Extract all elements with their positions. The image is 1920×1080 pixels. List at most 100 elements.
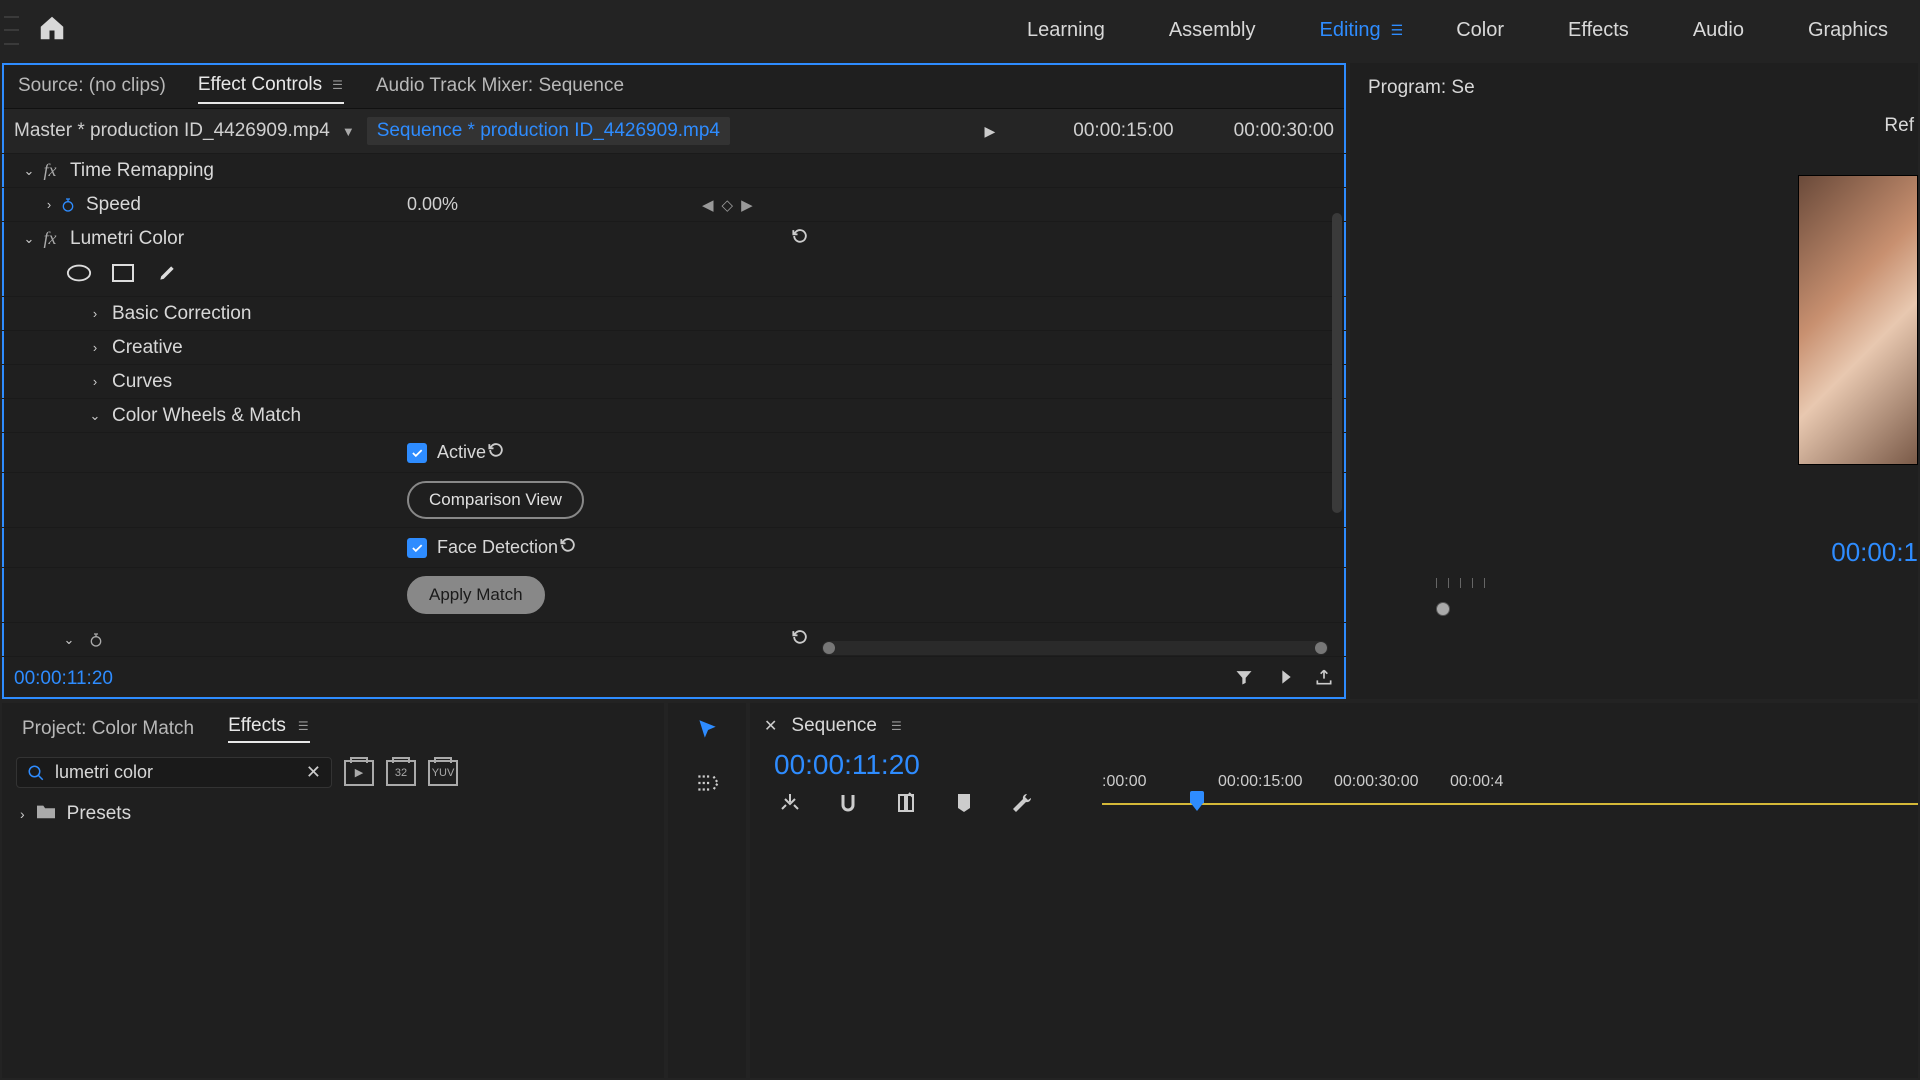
ellipse-mask-icon[interactable] bbox=[66, 263, 92, 288]
breadcrumb-master[interactable]: Master * production ID_4426909.mp4 bbox=[14, 120, 330, 142]
mini-timecode-1: 00:00:15:00 bbox=[1073, 120, 1173, 142]
twirl-right-icon[interactable]: › bbox=[86, 374, 104, 389]
close-icon[interactable]: ✕ bbox=[764, 716, 777, 736]
twirl-down-icon[interactable]: ⌄ bbox=[20, 163, 38, 179]
sequence-title[interactable]: Sequence bbox=[791, 715, 877, 737]
add-keyframe-icon[interactable]: ◇ bbox=[722, 196, 734, 214]
clear-search-icon[interactable]: ✕ bbox=[306, 762, 321, 783]
panel-drag-handle[interactable] bbox=[4, 11, 19, 51]
effect-time-remapping[interactable]: Time Remapping bbox=[70, 160, 214, 182]
program-ruler[interactable] bbox=[1436, 578, 1918, 596]
program-monitor-panel: Program: Se Ref 00:00:1 bbox=[1350, 63, 1918, 699]
twirl-right-icon[interactable]: › bbox=[20, 806, 25, 822]
add-marker-icon[interactable] bbox=[894, 791, 918, 820]
32bit-badge-icon[interactable]: 32 bbox=[386, 760, 416, 786]
vertical-scrollbar[interactable] bbox=[1332, 213, 1342, 513]
current-timecode[interactable]: 00:00:11:20 bbox=[14, 668, 113, 690]
folder-icon bbox=[35, 802, 57, 826]
checkbox-face-detection[interactable] bbox=[407, 538, 427, 558]
effect-lumetri-color[interactable]: Lumetri Color bbox=[70, 228, 184, 250]
reference-frame-thumbnail[interactable] bbox=[1798, 175, 1918, 465]
ruler-label: 00:00:4 bbox=[1450, 773, 1503, 791]
effects-search-input[interactable] bbox=[55, 762, 306, 783]
label-face-detection: Face Detection bbox=[437, 537, 558, 558]
linked-selection-icon[interactable] bbox=[836, 791, 860, 820]
prev-keyframe-icon[interactable]: ◀ bbox=[702, 196, 714, 214]
search-icon bbox=[27, 764, 45, 782]
tree-item-presets[interactable]: › Presets bbox=[20, 802, 646, 826]
playhead[interactable] bbox=[1190, 791, 1204, 813]
twirl-down-icon[interactable]: ⌄ bbox=[86, 408, 104, 424]
tab-effect-controls-label: Effect Controls bbox=[198, 74, 322, 96]
reference-label: Ref bbox=[1422, 115, 1918, 137]
track-select-tool-icon[interactable] bbox=[694, 770, 720, 801]
yuv-badge-icon[interactable]: YUV bbox=[428, 760, 458, 786]
param-speed[interactable]: Speed bbox=[86, 194, 141, 216]
stopwatch-icon[interactable] bbox=[86, 632, 106, 648]
tab-program[interactable]: Program: Se bbox=[1350, 63, 1918, 109]
stopwatch-icon[interactable] bbox=[58, 197, 78, 213]
panel-menu-icon[interactable]: ☰ bbox=[332, 78, 344, 92]
panel-menu-icon[interactable]: ☰ bbox=[298, 719, 310, 733]
program-timecode[interactable]: 00:00:1 bbox=[1422, 537, 1918, 568]
tab-project[interactable]: Project: Color Match bbox=[22, 718, 194, 740]
marker-icon[interactable] bbox=[952, 791, 976, 820]
next-keyframe-icon[interactable]: ▶ bbox=[741, 196, 753, 214]
selection-tool-icon[interactable] bbox=[694, 717, 720, 748]
fx-badge-icon[interactable]: fx bbox=[38, 228, 62, 249]
reset-icon[interactable] bbox=[558, 535, 578, 560]
apply-match-button[interactable]: Apply Match bbox=[407, 576, 545, 614]
twirl-right-icon[interactable]: › bbox=[86, 340, 104, 355]
zoom-knob[interactable] bbox=[1436, 602, 1450, 616]
export-icon[interactable] bbox=[1314, 667, 1334, 692]
checkbox-active[interactable] bbox=[407, 443, 427, 463]
param-speed-value[interactable]: 0.00% bbox=[407, 194, 458, 215]
workspace-assembly[interactable]: Assembly bbox=[1137, 0, 1288, 61]
section-curves[interactable]: Curves bbox=[112, 371, 172, 393]
twirl-right-icon[interactable]: › bbox=[40, 197, 58, 212]
reset-icon[interactable] bbox=[790, 627, 810, 652]
reset-icon[interactable] bbox=[486, 440, 506, 465]
breadcrumb-sequence[interactable]: Sequence * production ID_4426909.mp4 bbox=[367, 117, 730, 145]
chevron-down-icon[interactable]: ▼ bbox=[342, 124, 355, 139]
tab-source[interactable]: Source: (no clips) bbox=[18, 69, 166, 103]
tab-audio-mixer[interactable]: Audio Track Mixer: Sequence bbox=[376, 69, 624, 103]
section-creative[interactable]: Creative bbox=[112, 337, 183, 359]
workspace-audio[interactable]: Audio bbox=[1661, 0, 1776, 61]
zoom-scrollbar[interactable] bbox=[822, 641, 1328, 655]
twirl-right-icon[interactable]: › bbox=[86, 306, 104, 321]
panel-menu-icon[interactable]: ☰ bbox=[891, 719, 903, 733]
play-only-icon[interactable] bbox=[1274, 667, 1294, 692]
ruler-label: 00:00:15:00 bbox=[1218, 773, 1303, 791]
workspace-learning[interactable]: Learning bbox=[995, 0, 1137, 61]
workspace-graphics[interactable]: Graphics bbox=[1776, 0, 1920, 61]
effect-controls-panel: Source: (no clips) Effect Controls ☰ Aud… bbox=[2, 63, 1346, 699]
workspace-menu-icon[interactable]: ☰ bbox=[1391, 22, 1405, 39]
ruler-label: 00:00:30:00 bbox=[1334, 773, 1419, 791]
home-icon[interactable] bbox=[37, 13, 67, 48]
workspace-color[interactable]: Color bbox=[1424, 0, 1536, 61]
twirl-down-icon[interactable]: ⌄ bbox=[60, 632, 78, 648]
project-effects-panel: Project: Color Match Effects ☰ ✕ ▶ 32 YU… bbox=[2, 703, 664, 1078]
snap-icon[interactable] bbox=[778, 791, 802, 820]
mini-timecode-2: 00:00:30:00 bbox=[1234, 120, 1334, 142]
fx-badge-icon[interactable]: fx bbox=[38, 160, 62, 181]
keyframe-nav[interactable]: ◀ ◇ ▶ bbox=[702, 196, 753, 214]
tools-panel bbox=[668, 703, 746, 1078]
workspace-effects[interactable]: Effects bbox=[1536, 0, 1661, 61]
filter-icon[interactable] bbox=[1234, 667, 1254, 692]
accelerated-effects-icon[interactable]: ▶ bbox=[344, 760, 374, 786]
twirl-down-icon[interactable]: ⌄ bbox=[20, 231, 38, 247]
effects-search-box[interactable]: ✕ bbox=[16, 757, 332, 788]
settings-wrench-icon[interactable] bbox=[1010, 791, 1034, 820]
tab-effect-controls[interactable]: Effect Controls ☰ bbox=[198, 68, 344, 104]
tab-effects[interactable]: Effects ☰ bbox=[228, 715, 310, 743]
comparison-view-button[interactable]: Comparison View bbox=[407, 481, 584, 519]
play-icon[interactable]: ▶ bbox=[984, 123, 995, 140]
tab-effects-label: Effects bbox=[228, 715, 286, 737]
section-basic-correction[interactable]: Basic Correction bbox=[112, 303, 251, 325]
reset-icon[interactable] bbox=[790, 226, 810, 251]
section-color-wheels-match[interactable]: Color Wheels & Match bbox=[112, 405, 301, 427]
rectangle-mask-icon[interactable] bbox=[110, 263, 136, 288]
pen-mask-icon[interactable] bbox=[154, 263, 180, 288]
